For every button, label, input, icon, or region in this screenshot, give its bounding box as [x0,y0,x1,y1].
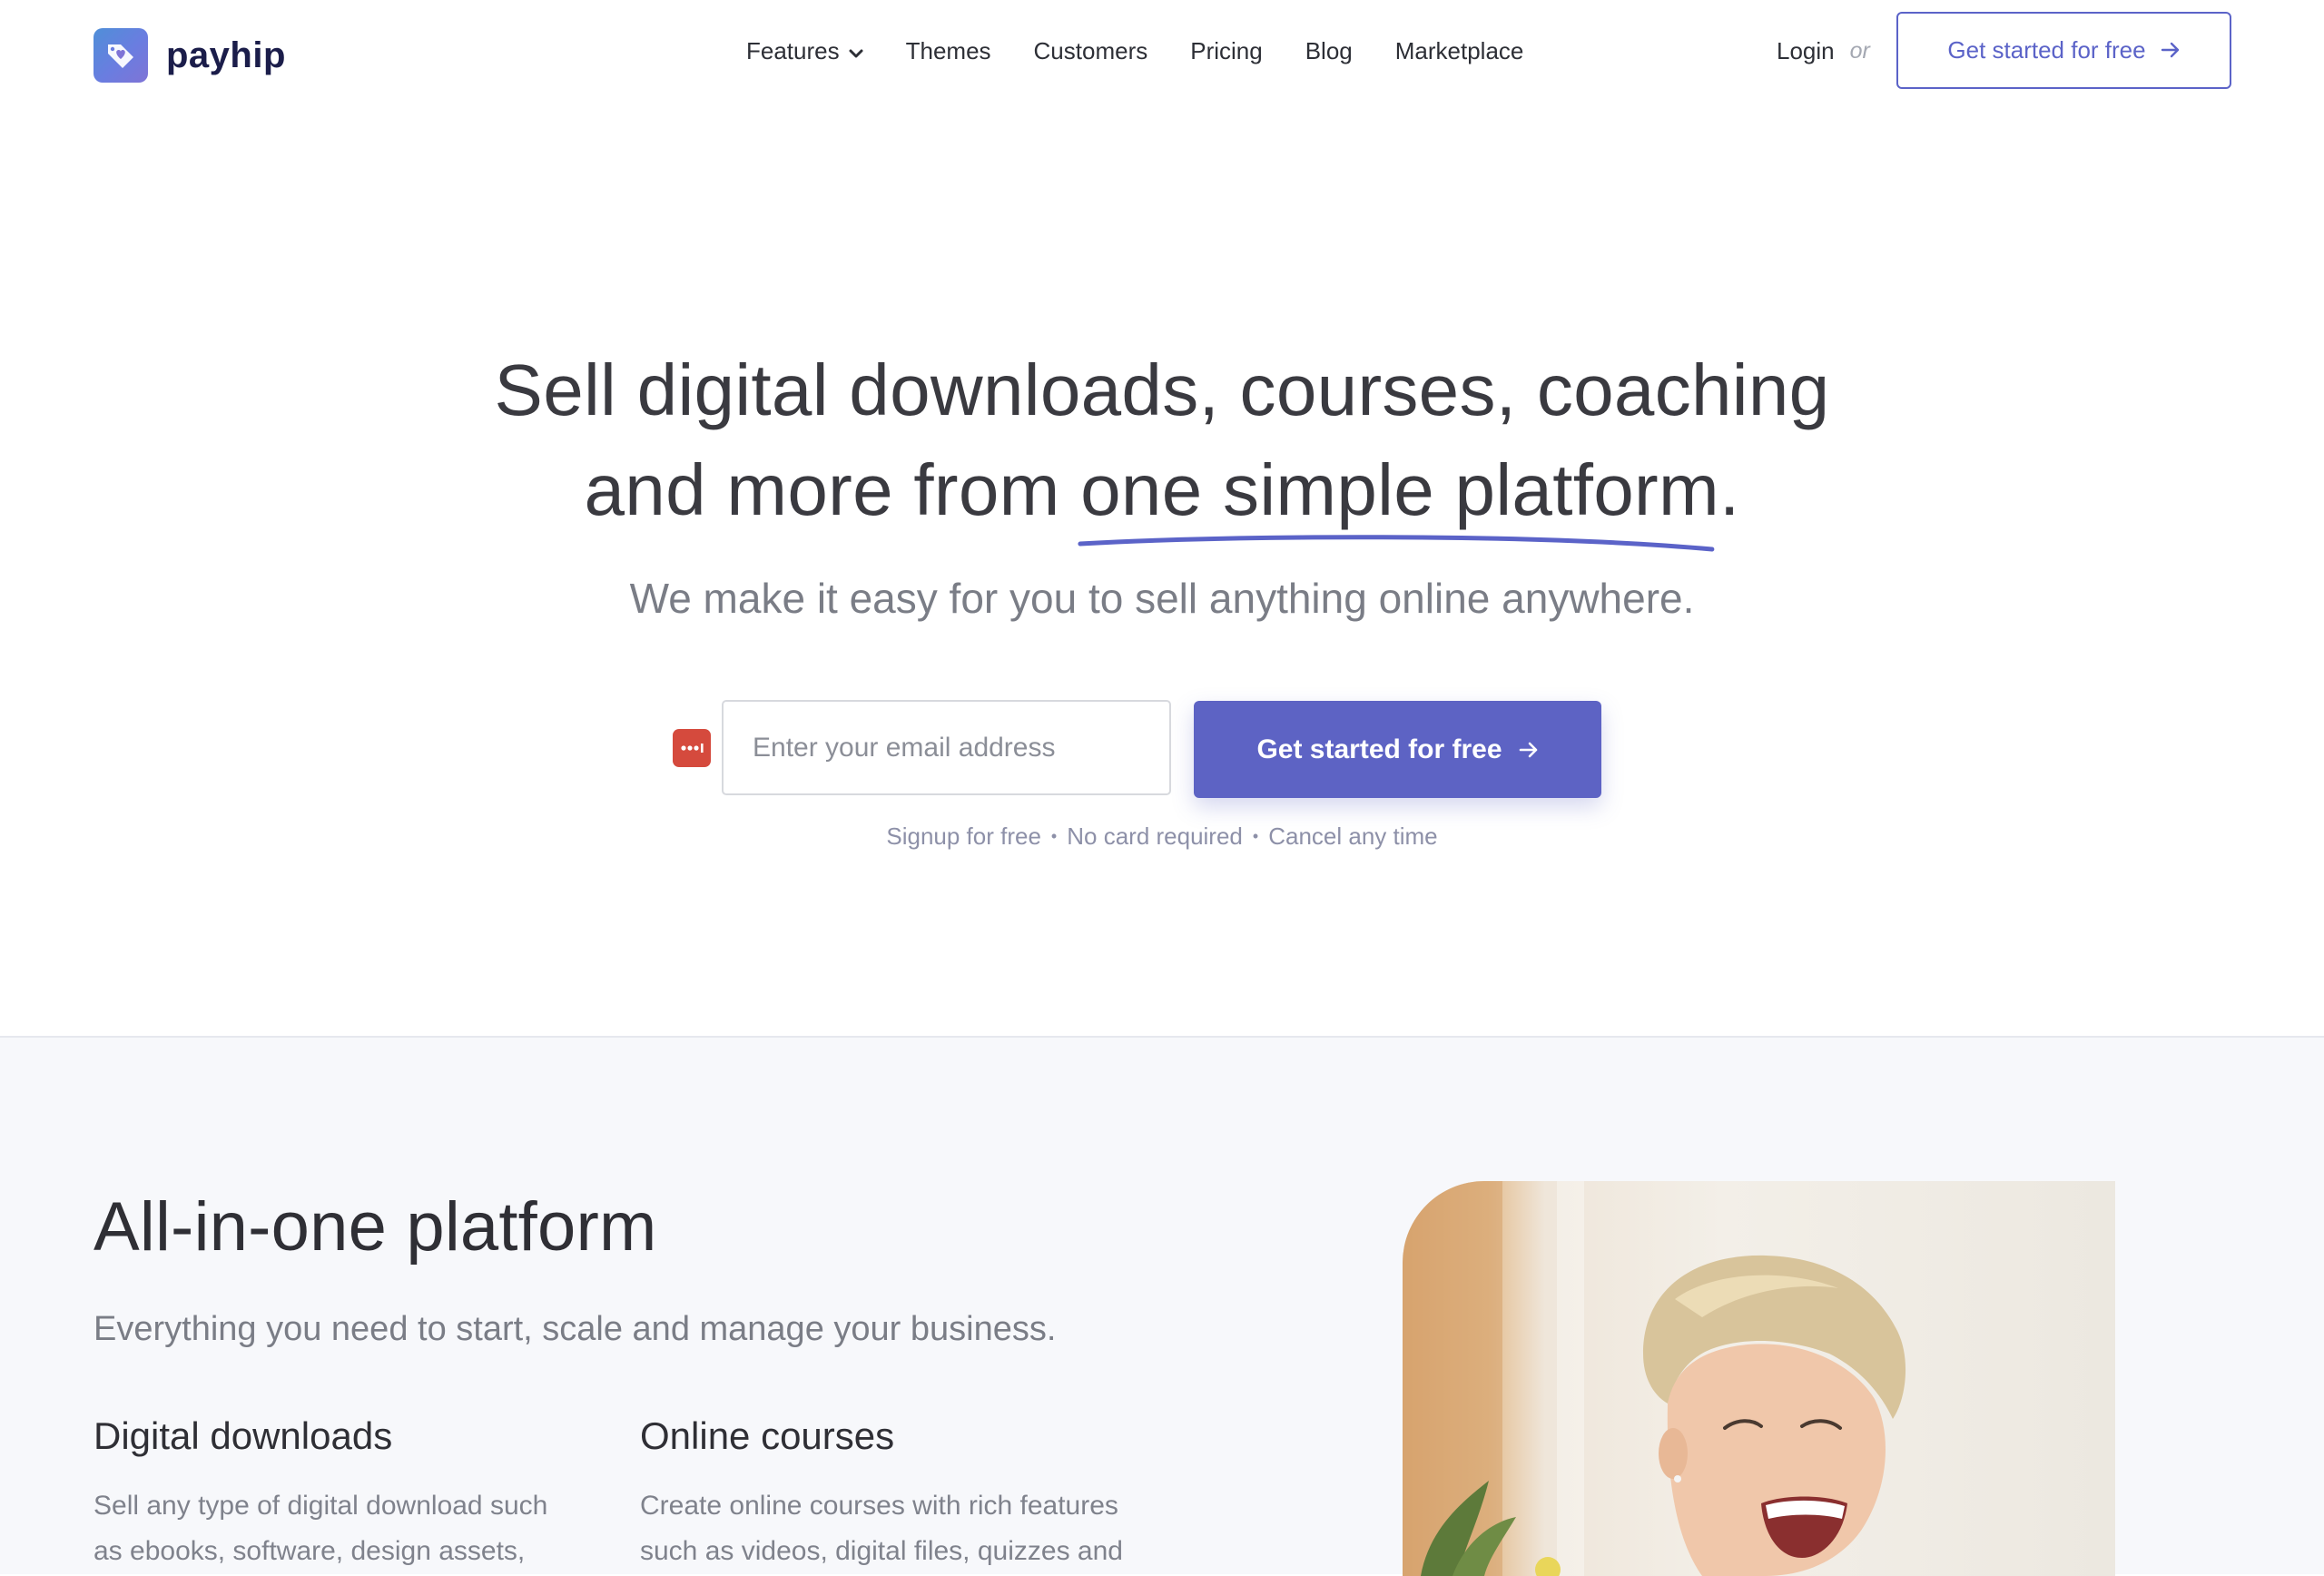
hero-title-line2-suffix: . [1718,449,1740,530]
perk-separator: • [1050,827,1058,845]
platform-section: All-in-one platform Everything you need … [0,1036,2324,1576]
nav-item-label: Themes [905,36,991,64]
nav-item-label: Pricing [1190,36,1263,64]
platform-subtitle: Everything you need to start, scale and … [94,1310,1057,1348]
nav-item-pricing[interactable]: Pricing [1190,37,1262,65]
nav-item-label: Blog [1305,36,1353,64]
nav-item-label: Marketplace [1394,36,1524,64]
nav-item-blog[interactable]: Blog [1305,37,1353,65]
feature-title: Online courses [640,1414,895,1457]
tag-heart-icon [94,28,148,83]
arrow-right-icon [2161,36,2181,64]
nav-item-customers[interactable]: Customers [1034,37,1148,65]
hero-title-line1: Sell digital downloads, courses, coachin… [494,350,1830,430]
header-get-started-button[interactable]: Get started for free [1896,12,2231,89]
login-area: Login or [1777,0,1870,102]
platform-title: All-in-one platform [94,1188,657,1266]
email-input[interactable] [722,700,1171,795]
feature-title: Digital downloads [94,1414,393,1457]
signup-form: Get started for free [0,700,2324,798]
arrow-right-icon [1519,734,1539,765]
feature-text: Sell any type of digital download such a… [94,1491,548,1566]
hero-title-highlight: one simple platform [1078,440,1719,552]
hero-photo-smiling-woman [1403,1181,2115,1576]
hero-title-highlight-text: one simple platform [1080,449,1719,530]
header-cta-label: Get started for free [1947,36,2146,64]
feature-digital-downloads: Digital downloads Sell any type of digit… [94,1414,584,1574]
main-nav: Features Themes Customers Pricing Blog M… [746,0,1523,102]
logo-link[interactable]: payhip [94,28,286,83]
hero-get-started-button[interactable]: Get started for free [1194,701,1601,798]
hero-subtitle: We make it easy for you to sell anything… [629,575,1695,622]
feature-text: Create online courses with rich features… [640,1491,1123,1566]
login-link[interactable]: Login [1777,37,1835,65]
password-manager-icon[interactable] [673,729,711,767]
hero-cta-label: Get started for free [1256,734,1502,764]
underline-squiggle [1078,535,1715,552]
nav-item-label: Customers [1033,36,1148,64]
nav-item-label: Features [746,36,840,64]
hero-title: Sell digital downloads, courses, coachin… [0,340,2324,552]
nav-item-themes[interactable]: Themes [906,37,991,65]
site-header: payhip Features Themes Customers Pricing… [0,0,2324,102]
brand-name: payhip [166,34,286,75]
hero-title-line2-prefix: and more from [584,449,1081,530]
nav-item-features[interactable]: Features [746,37,863,65]
perk-item: Cancel any time [1268,822,1438,850]
perk-item: Signup for free [886,822,1041,850]
nav-item-marketplace[interactable]: Marketplace [1395,37,1524,65]
perk-separator: • [1252,827,1259,845]
chevron-down-icon [849,37,863,65]
feature-online-courses: Online courses Create online courses wit… [640,1414,1130,1574]
signup-perks: Signup for free • No card required • Can… [0,822,2324,851]
perk-item: No card required [1067,822,1243,850]
or-separator: or [1849,37,1870,64]
